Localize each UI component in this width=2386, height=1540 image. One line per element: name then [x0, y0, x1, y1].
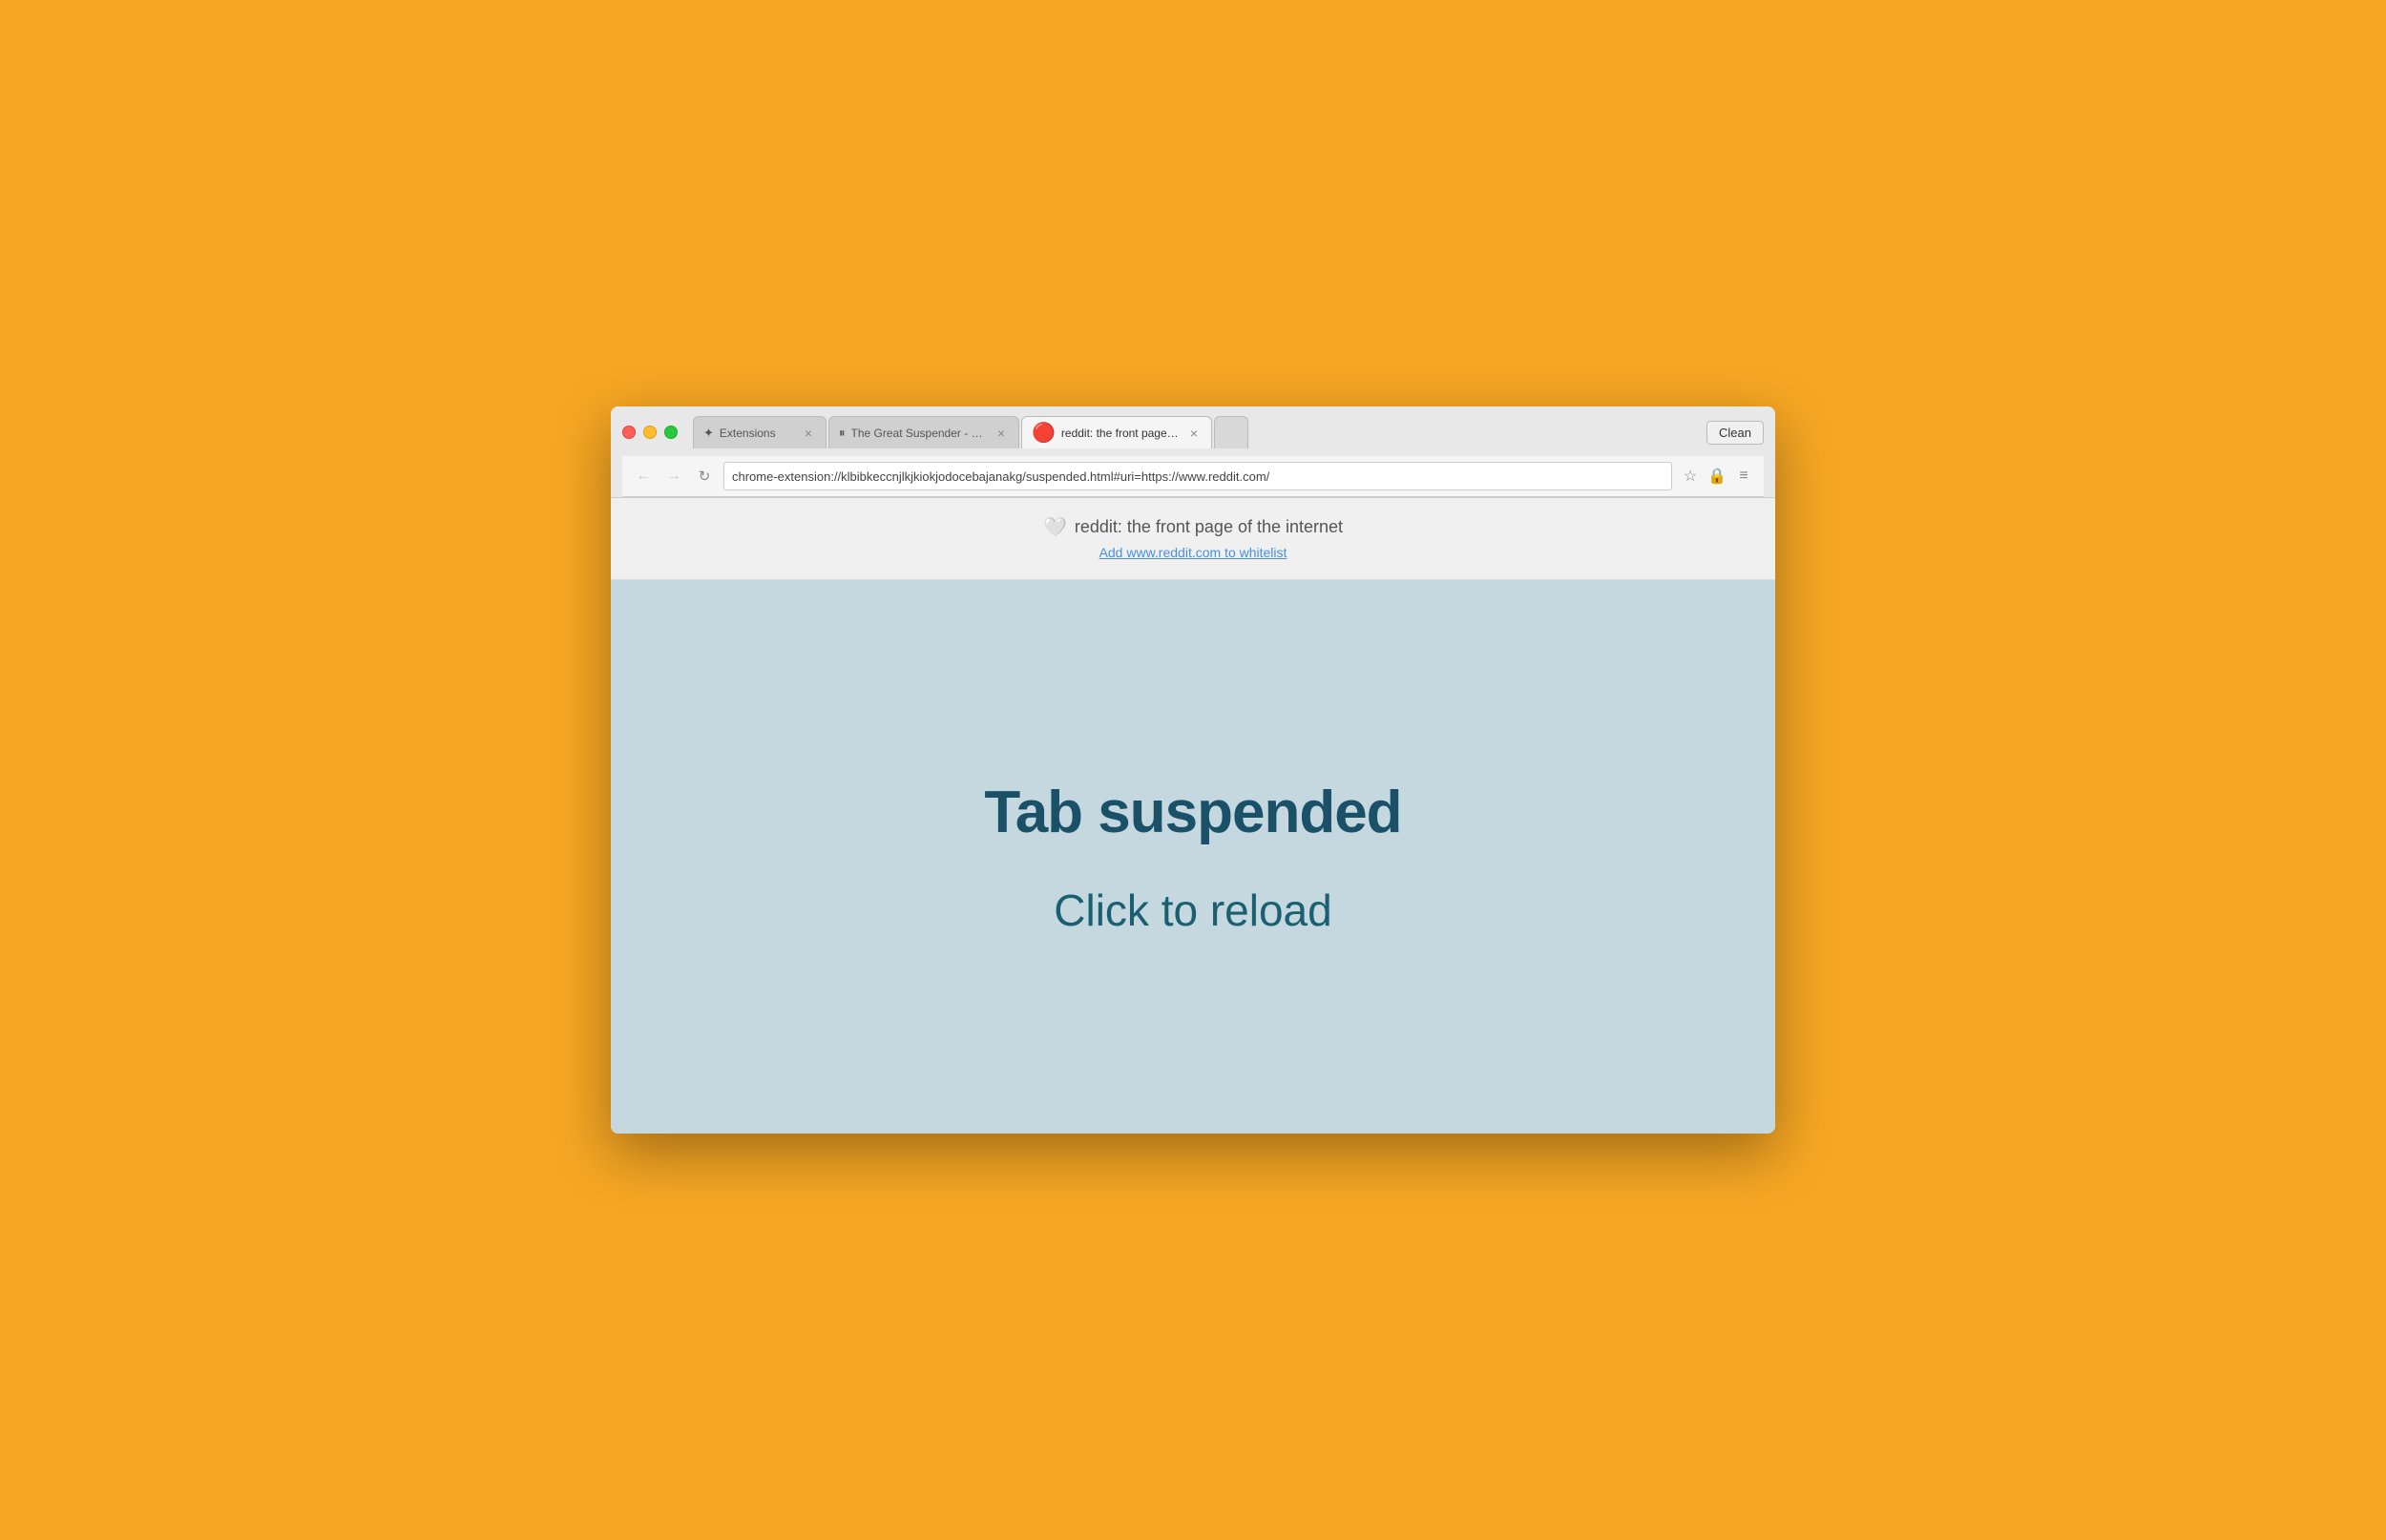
forward-icon: →: [666, 468, 681, 485]
address-bar-actions: ☆ 🔒 ≡: [1680, 466, 1754, 487]
traffic-lights: [622, 426, 678, 439]
reddit-tab-icon: 🔴: [1032, 421, 1056, 445]
extensions-tab-icon: ✦: [703, 426, 714, 441]
title-bar: ✦ Extensions × ⏸ The Great Suspender - C…: [611, 406, 1775, 498]
extensions-tab-close[interactable]: ×: [801, 426, 816, 441]
minimize-traffic-light[interactable]: [643, 426, 657, 439]
shield-icon[interactable]: 🔒: [1706, 466, 1727, 487]
page-header: 🤍 reddit: the front page of the internet…: [611, 498, 1775, 580]
tab-reddit[interactable]: 🔴 reddit: the front page of th… ×: [1021, 416, 1212, 448]
back-button[interactable]: ←: [632, 465, 655, 488]
menu-icon[interactable]: ≡: [1733, 466, 1754, 487]
reddit-logo-icon: 🤍: [1043, 515, 1067, 539]
tab-great-suspender[interactable]: ⏸ The Great Suspender - Ch… ×: [828, 416, 1019, 448]
close-traffic-light[interactable]: [622, 426, 636, 439]
clean-button[interactable]: Clean: [1706, 421, 1764, 445]
whitelist-link[interactable]: Add www.reddit.com to whitelist: [1099, 545, 1287, 560]
great-suspender-tab-icon: ⏸: [839, 426, 846, 441]
reddit-tab-close[interactable]: ×: [1186, 426, 1202, 441]
maximize-traffic-light[interactable]: [664, 426, 678, 439]
url-bar[interactable]: chrome-extension://klbibkeccnjlkjkiokjod…: [723, 462, 1672, 490]
refresh-icon: ↻: [699, 468, 711, 485]
browser-window: ✦ Extensions × ⏸ The Great Suspender - C…: [611, 406, 1775, 1134]
reddit-tab-label: reddit: the front page of th…: [1061, 427, 1181, 440]
refresh-button[interactable]: ↻: [693, 465, 716, 488]
site-title: 🤍 reddit: the front page of the internet: [630, 515, 1756, 539]
great-suspender-tab-label: The Great Suspender - Ch…: [851, 427, 989, 440]
tab-extensions[interactable]: ✦ Extensions ×: [693, 416, 827, 448]
page-content[interactable]: Tab suspended Click to reload: [611, 580, 1775, 1134]
site-title-text: reddit: the front page of the internet: [1075, 517, 1343, 537]
back-icon: ←: [636, 468, 651, 485]
extensions-tab-label: Extensions: [720, 427, 795, 440]
address-bar-row: ← → ↻ chrome-extension://klbibkeccnjlkjk…: [622, 456, 1764, 497]
bookmark-star-icon[interactable]: ☆: [1680, 466, 1701, 487]
forward-button[interactable]: →: [662, 465, 685, 488]
tabs-row: ✦ Extensions × ⏸ The Great Suspender - C…: [693, 416, 1706, 448]
new-tab-slot[interactable]: [1214, 416, 1248, 448]
tab-suspended-heading: Tab suspended: [984, 779, 1401, 846]
click-to-reload-text: Click to reload: [1054, 884, 1331, 936]
url-text: chrome-extension://klbibkeccnjlkjkiokjod…: [732, 469, 1664, 484]
great-suspender-tab-close[interactable]: ×: [994, 426, 1009, 441]
